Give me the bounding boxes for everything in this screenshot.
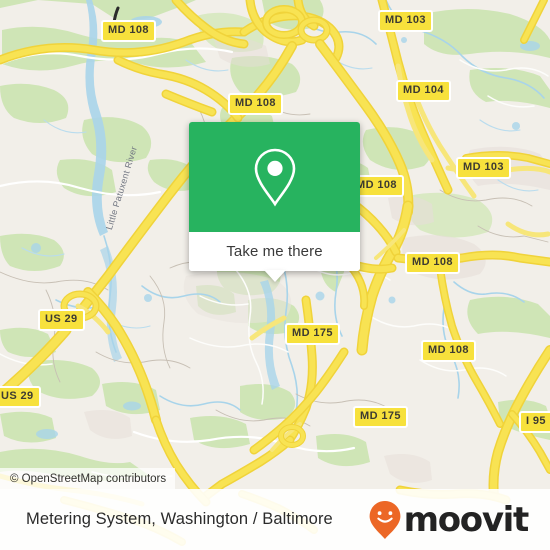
road-shield: MD 103 (456, 157, 511, 179)
road-shield: MD 108 (228, 93, 283, 115)
map-screenshot: .park { fill:#cfe5b6; } .park2 { fill:#d… (0, 0, 550, 550)
location-popup-card[interactable]: Take me there (189, 122, 360, 282)
road-shield: I 95 (519, 411, 550, 433)
footer-bar: Metering System, Washington / Baltimore … (0, 489, 550, 550)
popup-tail-arrow (263, 270, 286, 282)
road-shield: MD 108 (101, 20, 156, 42)
road-shield: MD 175 (353, 406, 408, 428)
moovit-logo[interactable]: moovit (368, 499, 530, 540)
road-shield: US 29 (38, 309, 85, 331)
map-pin-icon (254, 148, 295, 207)
road-shield: MD 108 (405, 252, 460, 274)
take-me-there-button[interactable]: Take me there (189, 232, 360, 271)
road-shield: MD 104 (396, 80, 451, 102)
road-shield: MD 108 (421, 340, 476, 362)
road-shield: US 29 (0, 386, 41, 408)
road-shield: MD 103 (378, 10, 433, 32)
moovit-pin-icon (369, 500, 400, 539)
moovit-wordmark: moovit (403, 499, 530, 540)
page-title: Metering System, Washington / Baltimore (26, 510, 333, 528)
road-shield: MD 175 (285, 323, 340, 345)
popup-image-area (189, 122, 360, 232)
map-attribution[interactable]: © OpenStreetMap contributors (0, 468, 176, 489)
